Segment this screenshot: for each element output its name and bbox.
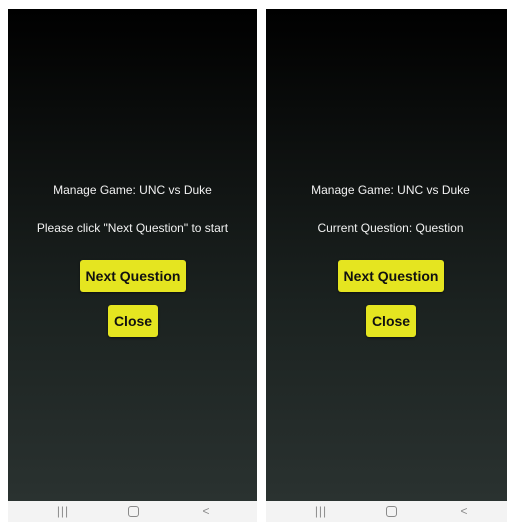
recents-icon[interactable]: |||: [306, 501, 336, 522]
close-button[interactable]: Close: [366, 305, 416, 337]
next-question-button[interactable]: Next Question: [80, 260, 186, 292]
app-screen: Manage Game: UNC vs Duke Current Questio…: [266, 9, 507, 501]
current-question-text: Current Question: Question: [317, 221, 464, 235]
close-button[interactable]: Close: [108, 305, 158, 337]
game-title: Manage Game: UNC vs Duke: [311, 183, 470, 197]
back-icon[interactable]: <: [191, 501, 221, 522]
back-icon[interactable]: <: [449, 501, 479, 522]
home-icon[interactable]: [118, 501, 148, 522]
app-screen: Manage Game: UNC vs Duke Please click "N…: [8, 9, 257, 501]
recents-icon[interactable]: |||: [48, 501, 78, 522]
next-question-button[interactable]: Next Question: [338, 260, 444, 292]
system-navbar: ||| <: [266, 501, 507, 522]
home-icon[interactable]: [376, 501, 406, 522]
game-title: Manage Game: UNC vs Duke: [53, 183, 212, 197]
phone-screen-left: Manage Game: UNC vs Duke Please click "N…: [8, 9, 257, 522]
status-text: Please click "Next Question" to start: [36, 221, 229, 235]
phone-screen-right: Manage Game: UNC vs Duke Current Questio…: [266, 9, 507, 522]
system-navbar: ||| <: [8, 501, 257, 522]
